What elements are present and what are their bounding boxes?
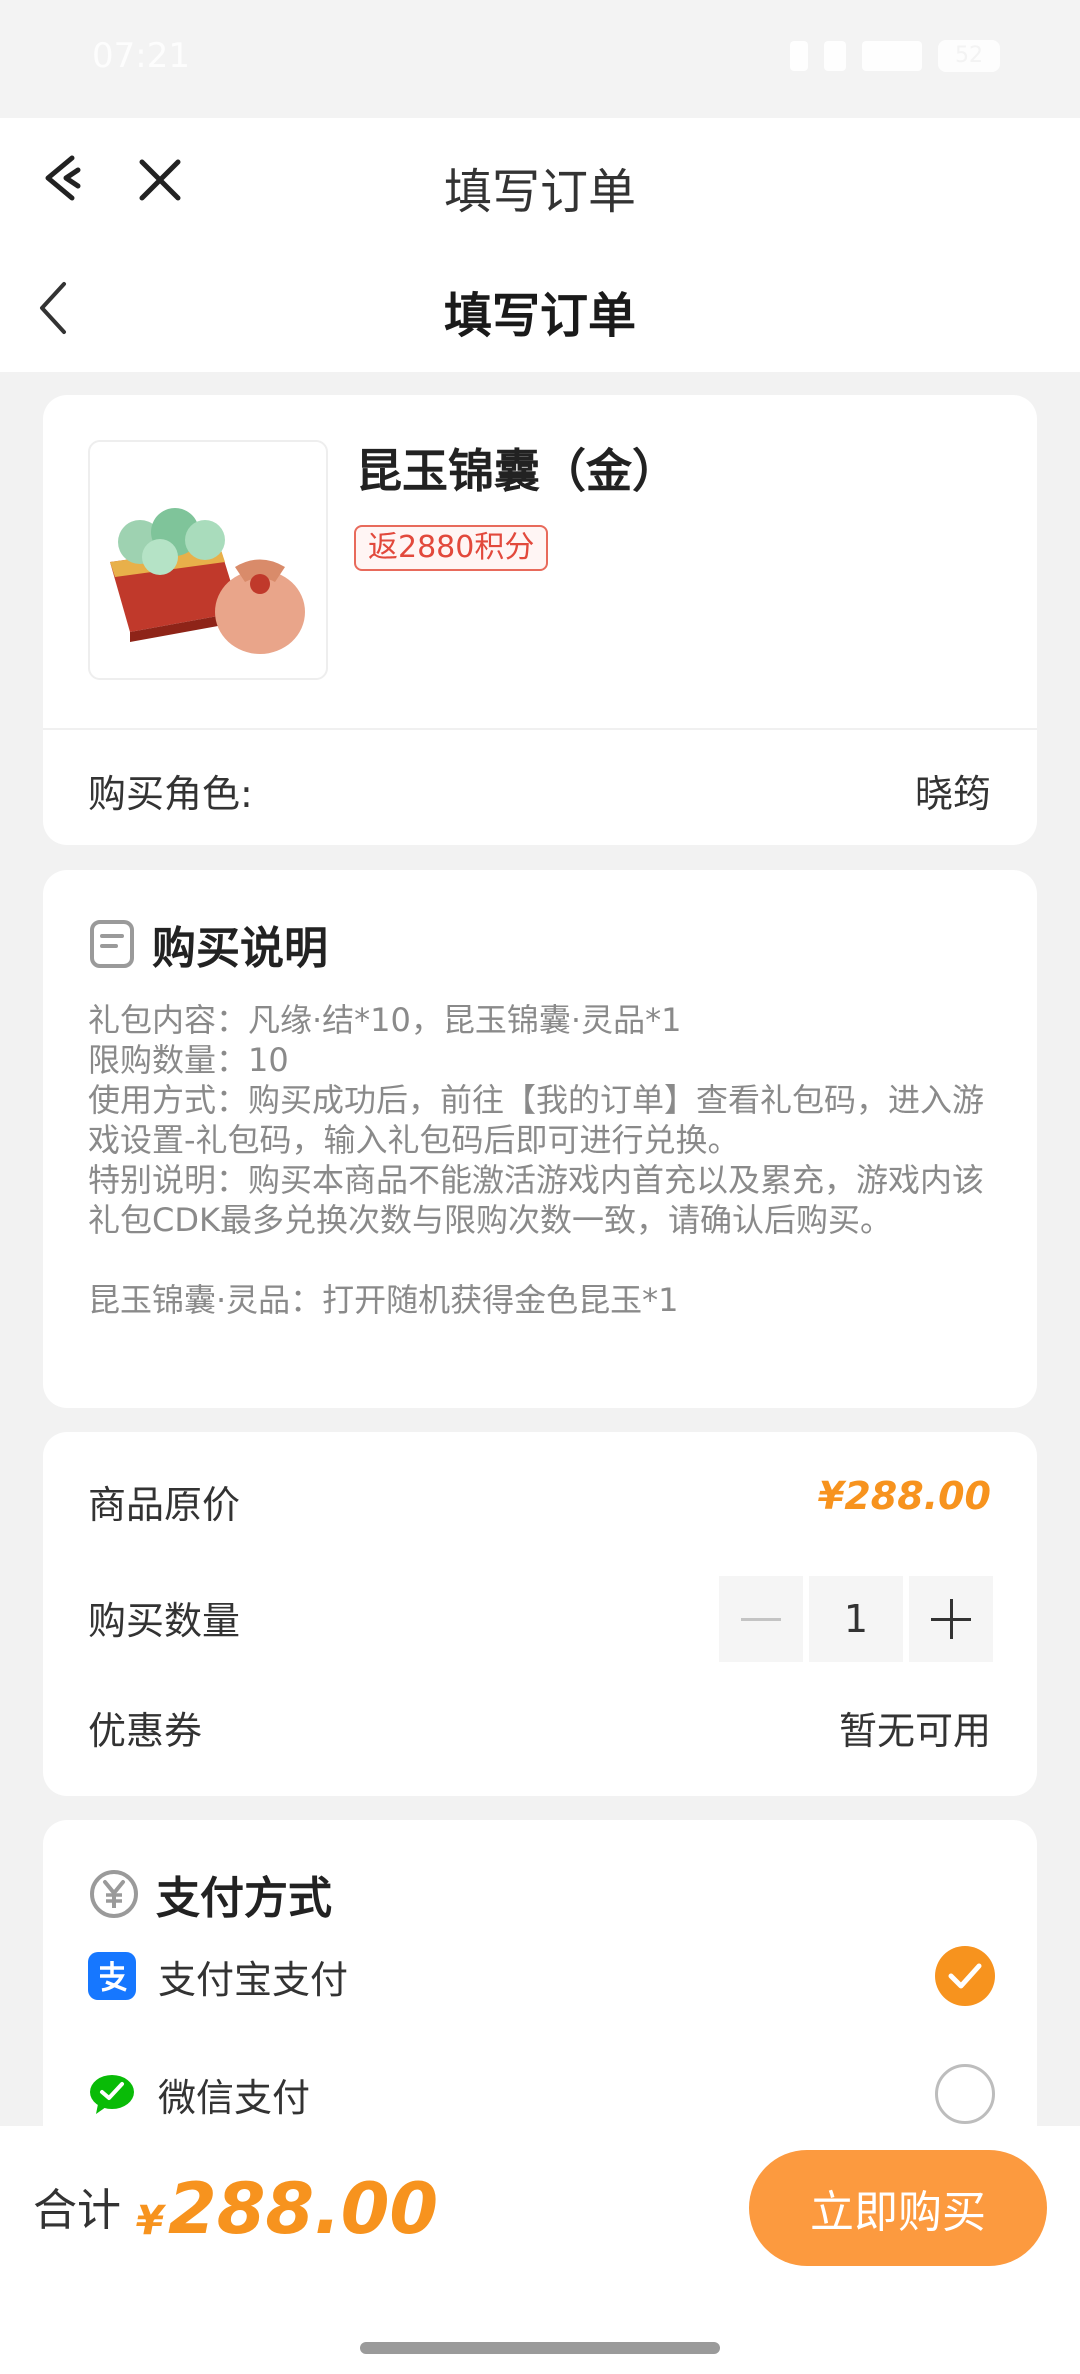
purchase-notes-header: 购买说明 [88, 912, 328, 976]
home-indicator[interactable] [360, 2342, 720, 2354]
purchase-notes-card: 购买说明 礼包内容：凡缘·结*10，昆玉锦囊·灵品*1 限购数量：10 使用方式… [43, 870, 1037, 1408]
role-value: 晓筠 [914, 772, 991, 816]
quantity-stepper: 1 [719, 1576, 993, 1662]
payment-option-alipay[interactable]: 支付宝支付 [88, 1944, 995, 2008]
decrease-button[interactable] [719, 1576, 803, 1662]
plus-icon-vertical [949, 1599, 953, 1639]
bluetooth-icon [824, 41, 846, 71]
payment-option-wechat[interactable]: 微信支付 [88, 2062, 995, 2126]
currency-icon [90, 1870, 138, 1918]
wechat-label: 微信支付 [158, 2075, 311, 2120]
role-label: 购买角色: [88, 772, 253, 816]
vibrate-icon [790, 41, 808, 71]
status-time: 07:21 [92, 36, 190, 76]
purchase-notes-title: 购买说明 [152, 923, 328, 974]
quantity-label: 购买数量 [88, 1599, 241, 1643]
wechat-pay-icon [88, 2070, 136, 2118]
coupon-label: 优惠券 [88, 1709, 203, 1753]
product-card: 昆玉锦囊（金） 返2880积分 购买角色: 晓筠 [43, 395, 1037, 845]
product-name: 昆玉锦囊（金） [356, 444, 678, 498]
signal-icon [862, 41, 922, 71]
page-title: 填写订单 [443, 288, 636, 344]
alipay-label: 支付宝支付 [158, 1957, 349, 2002]
coupon-value[interactable]: 暂无可用 [839, 1700, 991, 1755]
host-title: 填写订单 [443, 164, 636, 220]
original-price-label: 商品原价 [88, 1483, 241, 1527]
battery-icon: 52 [938, 40, 1000, 72]
alipay-icon [88, 1952, 136, 2000]
total-amount: 288.00 [168, 2168, 439, 2250]
purchase-notes-body: 礼包内容：凡缘·结*10，昆玉锦囊·灵品*1 限购数量：10 使用方式：购买成功… [88, 1001, 985, 1319]
total-currency: ¥ [136, 2198, 164, 2244]
payment-title: 支付方式 [156, 1873, 332, 1924]
price-card: 商品原价 ¥288.00 购买数量 1 优惠券 暂无可用 [43, 1432, 1037, 1796]
status-icons: 52 [790, 40, 1000, 72]
check-icon [948, 1963, 982, 1989]
divider [43, 728, 1037, 730]
product-image [88, 440, 328, 680]
checkout-bar: 合计 ¥ 288.00 立即购买 [0, 2126, 1080, 2374]
minus-icon [741, 1617, 781, 1621]
host-nav-bar: 填写订单 [0, 118, 1080, 244]
buy-now-button[interactable]: 立即购买 [749, 2150, 1047, 2266]
status-bar: 07:21 52 [0, 0, 1080, 118]
increase-button[interactable] [909, 1576, 993, 1662]
alipay-radio[interactable] [935, 1946, 995, 2006]
jade-pouch-image-icon [110, 508, 305, 654]
page-nav-bar: 填写订单 [0, 244, 1080, 372]
payment-header: 支付方式 [88, 1862, 332, 1926]
wechat-radio[interactable] [935, 2064, 995, 2124]
total-label: 合计 [33, 2185, 121, 2236]
document-icon [90, 920, 134, 968]
points-badge: 返2880积分 [354, 525, 549, 571]
original-price-value: ¥288.00 [817, 1474, 991, 1518]
quantity-value[interactable]: 1 [809, 1576, 903, 1662]
